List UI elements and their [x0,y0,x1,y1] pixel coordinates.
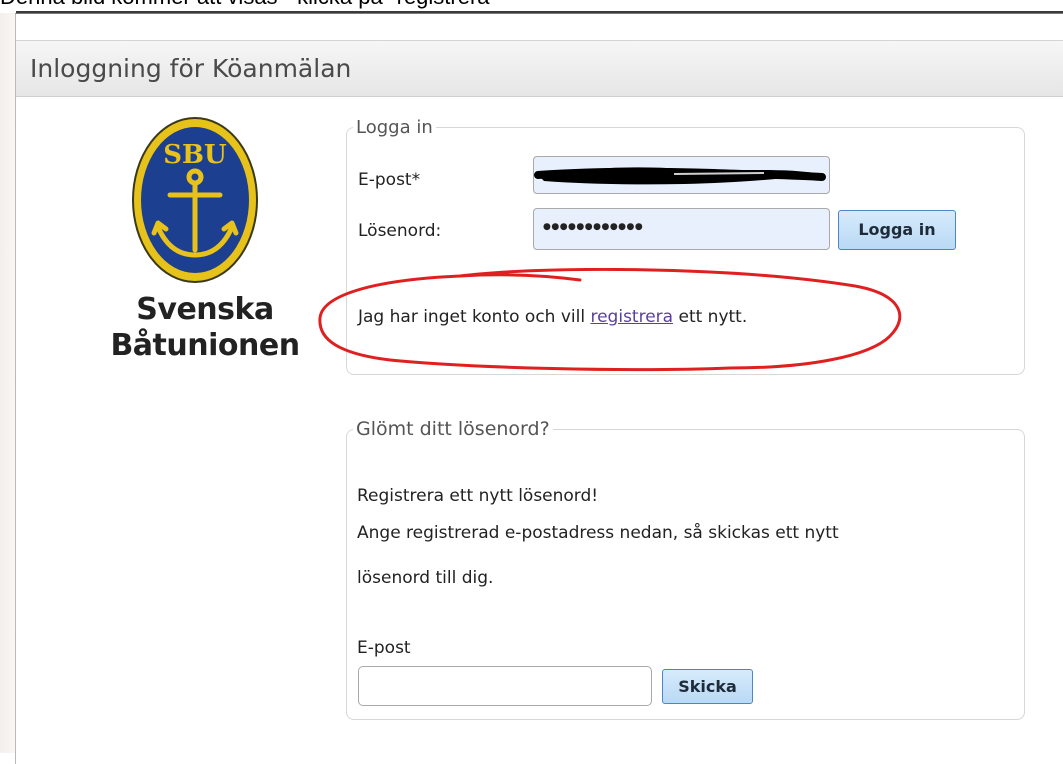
brand-line-1: Svenska [136,292,274,327]
password-value: ●●●●●●●●●●●● [543,222,644,232]
left-edge-strip [0,13,15,753]
forgot-line-3: lösenord till dig. [357,568,494,588]
password-label: Lösenord: [358,221,442,241]
red-annotation-circle [318,268,902,372]
forgot-legend: Glömt ditt lösenord? [356,418,550,440]
email-input[interactable] [533,156,830,194]
redacted-scribble [534,167,826,185]
email-label: E-post* [358,170,421,190]
logo-text: SBU [163,140,227,170]
login-legend: Logga in [356,117,433,138]
forgot-line-1: Registrera ett nytt lösenord! [357,486,599,506]
page-header: Inloggning för Köanmälan [16,40,1063,97]
password-input[interactable]: ●●●●●●●●●●●● [533,208,830,250]
instruction-caption: Denna bild kommer att visas - klicka på … [0,0,1063,10]
brand-name: Svenska Båtunionen [100,292,310,364]
brand-line-2: Båtunionen [110,328,300,363]
forgot-line-2: Ange registrerad e-postadress nedan, så … [357,523,839,543]
sbu-logo: SBU [132,117,258,283]
page-title: Inloggning för Köanmälan [30,54,352,83]
forgot-email-label: E-post [357,638,411,658]
forgot-email-input[interactable] [358,666,652,706]
send-button[interactable]: Skicka [662,669,753,704]
login-button[interactable]: Logga in [838,210,956,250]
